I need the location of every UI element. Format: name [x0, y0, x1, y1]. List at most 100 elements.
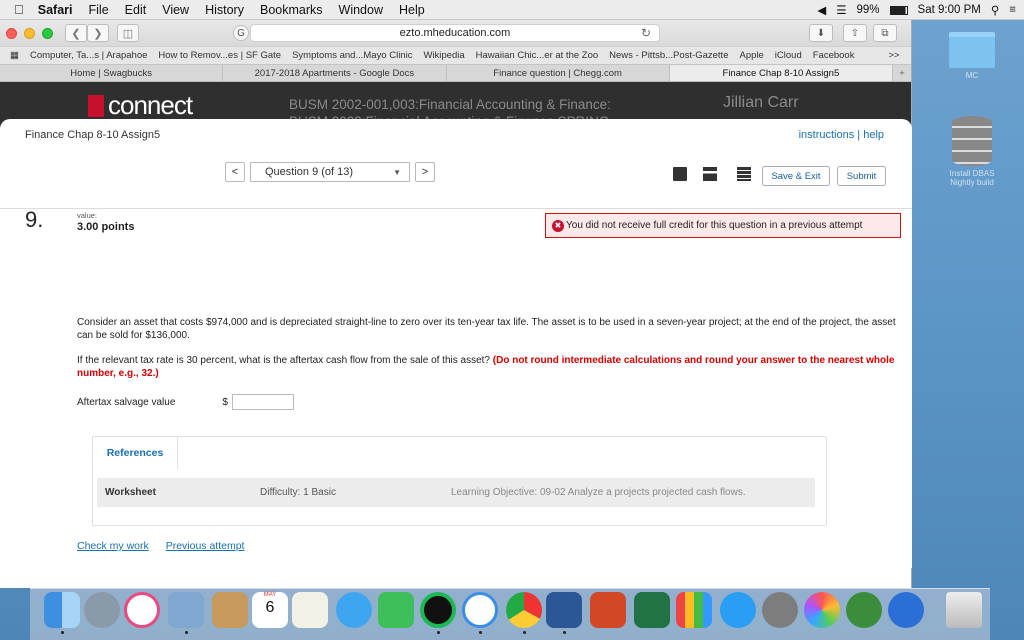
favorite-link[interactable]: Facebook — [813, 50, 855, 61]
itunes-icon[interactable] — [124, 592, 160, 628]
mail-icon[interactable] — [168, 592, 204, 628]
answer-row: Aftertax salvage value $ — [77, 394, 294, 410]
chrome-icon[interactable] — [506, 592, 542, 628]
launchpad-icon[interactable] — [84, 592, 120, 628]
notes-icon[interactable] — [292, 592, 328, 628]
desktop-folder[interactable]: MC — [947, 32, 997, 80]
wifi-icon[interactable]: ☰ — [836, 3, 846, 17]
previous-question-button[interactable]: < — [225, 162, 245, 182]
running-indicator — [563, 631, 566, 634]
question-paragraph: Consider an asset that costs $974,000 an… — [77, 317, 896, 341]
calculator-icon[interactable] — [737, 167, 751, 181]
favorite-link[interactable]: Wikipedia — [423, 50, 464, 61]
question-select[interactable]: Question 9 (of 13) ▼ — [250, 162, 410, 182]
save-exit-button[interactable]: Save & Exit — [762, 166, 830, 186]
connect-wordmark: connect — [108, 90, 193, 120]
chart-app-icon[interactable] — [676, 592, 712, 628]
volume-icon[interactable]: ◀ — [817, 3, 826, 17]
contacts-icon[interactable] — [212, 592, 248, 628]
trash-icon[interactable] — [946, 592, 982, 628]
minimize-window-icon[interactable] — [24, 27, 35, 39]
favorite-link[interactable]: News - Pittsb...Post-Gazette — [609, 50, 728, 61]
battery-percent: 99% — [856, 4, 880, 16]
ebook-icon[interactable] — [673, 167, 687, 181]
browser-tab[interactable]: 2017-2018 Apartments - Google Docs — [223, 65, 447, 81]
menu-help[interactable]: Help — [399, 3, 425, 17]
worksheet-link[interactable]: Worksheet — [105, 487, 260, 498]
address-bar[interactable]: ezto.mheducation.com ↻ — [250, 24, 660, 42]
alert-text: You did not receive full credit for this… — [566, 220, 863, 231]
drive-label: Install DBAS Nightly build — [949, 169, 995, 187]
previous-attempt-link[interactable]: Previous attempt — [166, 540, 245, 552]
spotlight-icon[interactable]: ⚲ — [991, 3, 999, 17]
aftertax-salvage-input[interactable] — [231, 394, 294, 410]
calendar-icon[interactable]: MAY 6 — [252, 592, 288, 628]
connect-logo: connect — [88, 90, 193, 121]
forward-button[interactable]: ❯ — [87, 24, 109, 42]
url-text: ezto.mheducation.com — [399, 27, 511, 39]
excel-icon[interactable] — [634, 592, 670, 628]
favorite-link[interactable]: How to Remov...es | SF Gate — [158, 50, 281, 61]
close-window-icon[interactable] — [6, 27, 17, 39]
safari-icon[interactable] — [462, 592, 498, 628]
menu-file[interactable]: File — [89, 3, 109, 17]
instructions-link[interactable]: instructions — [799, 129, 855, 141]
question-navigator: < Question 9 (of 13) ▼ > — [225, 162, 435, 182]
favorite-link[interactable]: Apple — [739, 50, 763, 61]
notification-center-icon[interactable]: ≡ — [1009, 4, 1016, 16]
spotify-icon[interactable] — [420, 592, 456, 628]
running-indicator — [437, 631, 440, 634]
system-preferences-icon[interactable] — [762, 592, 798, 628]
bluetooth-icon[interactable] — [888, 592, 924, 628]
share-icon[interactable]: ⇧ — [843, 24, 867, 42]
currency-symbol: $ — [222, 396, 228, 408]
menu-edit[interactable]: Edit — [125, 3, 147, 17]
sidebar-button[interactable]: ◫ — [117, 24, 139, 42]
downloads-icon[interactable]: ⬇ — [809, 24, 833, 42]
facetime-icon[interactable] — [378, 592, 414, 628]
answer-label: Aftertax salvage value — [77, 396, 176, 408]
apple-menu-icon[interactable]:  — [14, 2, 24, 17]
powerpoint-icon[interactable] — [590, 592, 626, 628]
next-question-button[interactable]: > — [415, 162, 435, 182]
print-icon[interactable] — [703, 167, 717, 181]
favorite-link[interactable]: Hawaiian Chic...er at the Zoo — [476, 50, 599, 61]
tabs-overview-icon[interactable]: ⧉ — [873, 24, 897, 42]
running-indicator — [185, 631, 188, 634]
new-tab-button[interactable]: + — [893, 65, 911, 81]
error-icon: ✖ — [552, 220, 564, 232]
help-link[interactable]: help — [863, 129, 884, 141]
favorite-link[interactable]: iCloud — [775, 50, 802, 61]
submit-button[interactable]: Submit — [837, 166, 886, 186]
menu-view[interactable]: View — [162, 3, 189, 17]
check-my-work-link[interactable]: Check my work — [77, 540, 149, 552]
finder-icon[interactable] — [44, 592, 80, 628]
battery-icon[interactable] — [889, 5, 908, 15]
references-tab[interactable]: References — [92, 436, 178, 469]
browser-tab[interactable]: Home | Swagbucks — [0, 65, 224, 81]
menu-window[interactable]: Window — [339, 3, 383, 17]
menu-clock[interactable]: Sat 9:00 PM — [918, 4, 981, 16]
favorite-link[interactable]: Computer, Ta...s | Arapahoe — [30, 50, 147, 61]
browser-tab-active[interactable]: Finance Chap 8-10 Assign5 — [669, 65, 893, 81]
zoom-window-icon[interactable] — [42, 27, 53, 39]
messages-icon[interactable] — [336, 592, 372, 628]
menu-bookmarks[interactable]: Bookmarks — [260, 3, 323, 17]
menu-history[interactable]: History — [205, 3, 244, 17]
extension-icon[interactable]: G — [233, 25, 249, 41]
favorites-overflow[interactable]: >> — [888, 50, 899, 61]
menu-app-name[interactable]: Safari — [38, 3, 73, 17]
app-store-icon[interactable] — [720, 592, 756, 628]
reload-icon[interactable]: ↻ — [641, 26, 651, 40]
favorites-bar: ▦ Computer, Ta...s | Arapahoe How to Rem… — [0, 46, 911, 64]
globe-app-icon[interactable] — [846, 592, 882, 628]
word-icon[interactable] — [546, 592, 582, 628]
back-button[interactable]: ❮ — [65, 24, 87, 42]
favorites-grid-icon[interactable]: ▦ — [10, 50, 19, 61]
value-label: value: — [77, 211, 98, 220]
question-text: Consider an asset that costs $974,000 an… — [77, 316, 899, 392]
desktop-drive[interactable]: Install DBAS Nightly build — [947, 116, 997, 187]
photos-icon[interactable] — [804, 592, 840, 628]
favorite-link[interactable]: Symptoms and...Mayo Clinic — [292, 50, 412, 61]
browser-tab[interactable]: Finance question | Chegg.com — [447, 65, 670, 81]
